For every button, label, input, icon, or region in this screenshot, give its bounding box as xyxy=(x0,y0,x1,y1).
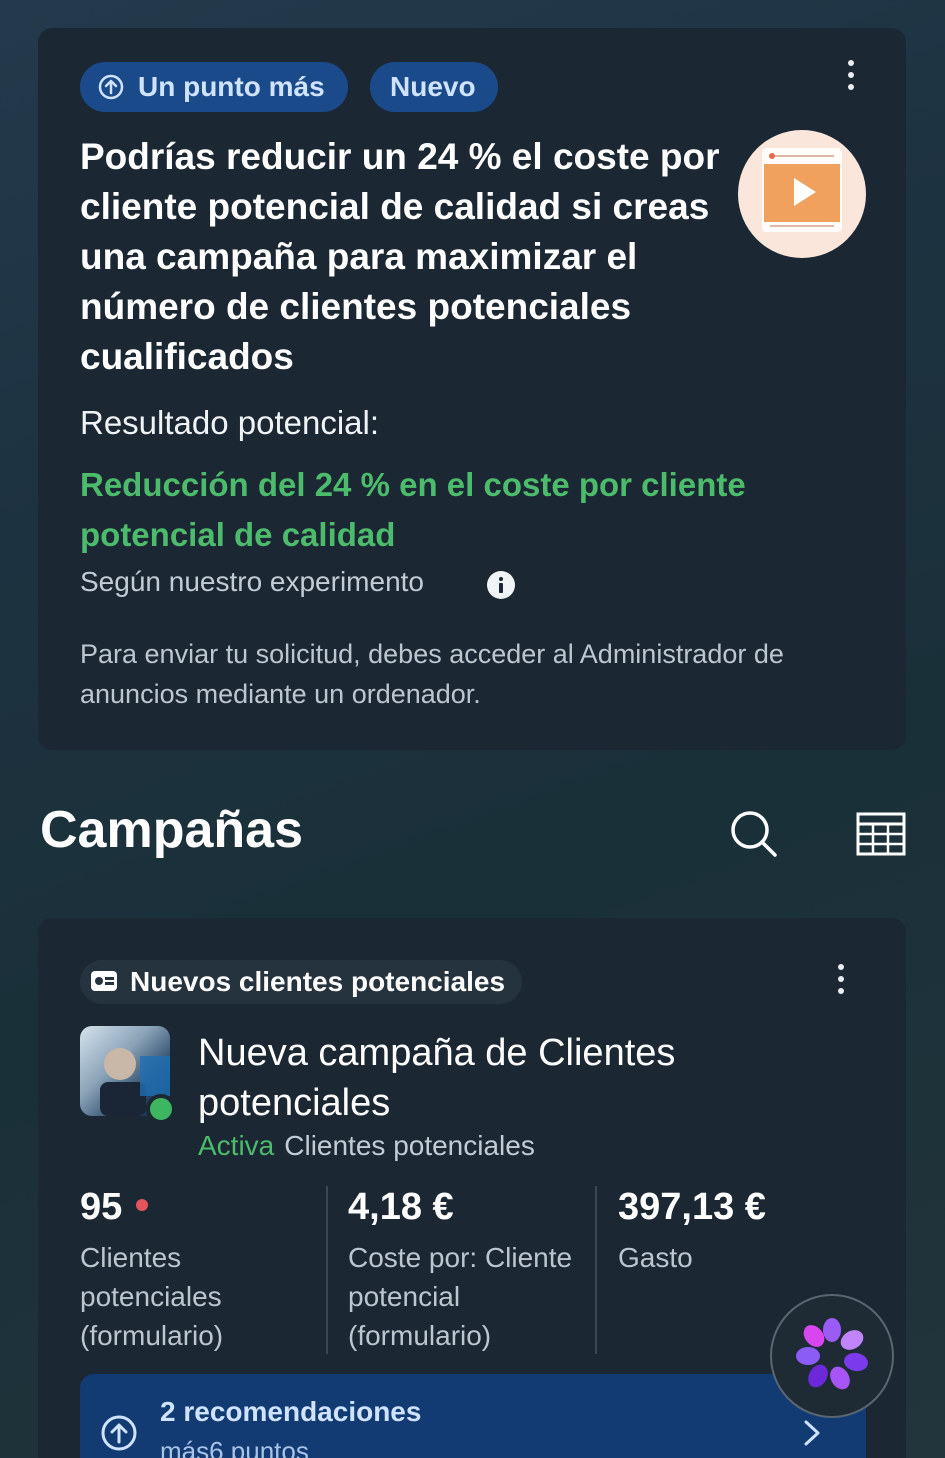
metric-spend-label: Gasto xyxy=(618,1242,693,1273)
kebab-menu-icon[interactable] xyxy=(846,60,856,96)
chevron-right-icon[interactable] xyxy=(800,1418,824,1448)
campaign-type-tag: Nuevos clientes potenciales xyxy=(80,960,522,1004)
video-thumbnail[interactable] xyxy=(738,130,866,258)
search-icon[interactable] xyxy=(728,808,780,860)
lead-form-icon xyxy=(91,971,117,991)
badge-new-label: Nuevo xyxy=(390,71,476,102)
result-label: Resultado potencial: xyxy=(80,404,380,441)
metric-cost-value: 4,18 € xyxy=(348,1186,454,1228)
campaign-objective: Clientes potenciales xyxy=(284,1130,535,1161)
badge-extra-point: Un punto más xyxy=(80,62,348,112)
alert-dot xyxy=(136,1198,149,1211)
metric-spend: 397,13 € Gasto xyxy=(618,1186,858,1277)
meta-ai-icon xyxy=(796,1318,868,1390)
campaign-status: Activa xyxy=(198,1130,275,1161)
info-icon[interactable] xyxy=(486,570,516,600)
metric-divider xyxy=(326,1186,328,1354)
meta-ai-button[interactable] xyxy=(770,1294,894,1418)
campaign-type-label: Nuevos clientes potenciales xyxy=(130,966,506,997)
badge-extra-point-label: Un punto más xyxy=(138,71,325,102)
recommendation-headline: Podrías reducir un 24 % el coste por cli… xyxy=(80,136,720,377)
campaign-name[interactable]: Nueva campaña de Clientes potenciales xyxy=(198,1028,798,1128)
recommendations-subtitle: más6 puntos xyxy=(160,1436,309,1458)
metric-leads-value: 95 xyxy=(80,1186,123,1228)
result-value: Reducción del 24 % en el coste por clien… xyxy=(80,466,746,553)
arrow-up-circle-icon xyxy=(101,1415,137,1451)
metric-cost-per-lead: 4,18 € Coste por: Cliente potencial (for… xyxy=(348,1186,588,1355)
metric-cost-label: Coste por: Cliente potencial (formulario… xyxy=(348,1242,573,1351)
result-source: Según nuestro experimento xyxy=(80,566,424,597)
recommendations-title: 2 recomendaciones xyxy=(160,1396,422,1427)
metric-leads: 95 Clientes potenciales (formulario) xyxy=(80,1186,320,1355)
kebab-menu-icon[interactable] xyxy=(836,964,846,1000)
metric-spend-value: 397,13 € xyxy=(618,1186,766,1228)
video-play-icon xyxy=(762,148,842,232)
badge-new: Nuevo xyxy=(370,62,498,112)
campaign-status-line: Activa Clientes potenciales xyxy=(198,1130,535,1162)
table-icon[interactable] xyxy=(856,812,906,856)
metric-divider xyxy=(595,1186,597,1354)
desktop-required-note: Para enviar tu solicitud, debes acceder … xyxy=(80,639,784,709)
campaigns-title: Campañas xyxy=(40,801,303,859)
arrow-up-circle-icon xyxy=(98,74,124,100)
metric-leads-label: Clientes potenciales (formulario) xyxy=(80,1242,224,1351)
active-status-dot xyxy=(146,1094,176,1124)
